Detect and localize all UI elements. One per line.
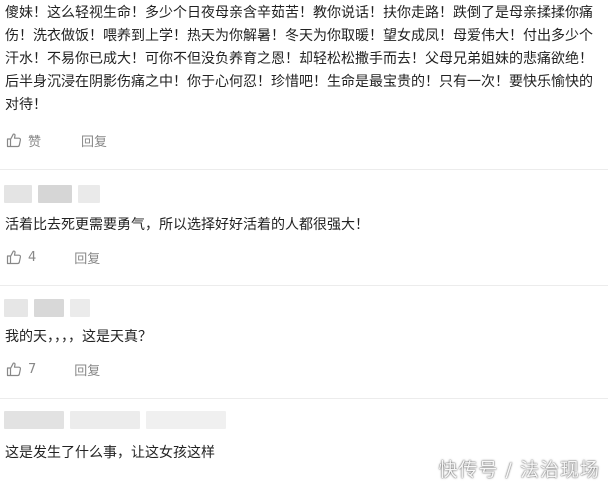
comment-item: 我的天，，，，这是天真？ 7 回复 [0, 286, 608, 399]
blurred-name [70, 411, 140, 429]
username-blurred [0, 183, 608, 205]
blurred-name [34, 299, 64, 317]
like-button[interactable]: 4 [6, 249, 36, 265]
blurred-avatar [4, 299, 28, 317]
reply-button[interactable]: 回复 [74, 248, 100, 267]
reply-button[interactable]: 回复 [81, 131, 107, 150]
blurred-name [70, 299, 90, 317]
blurred-avatar [4, 411, 64, 429]
blurred-avatar [4, 185, 32, 203]
like-button[interactable]: 7 [6, 361, 36, 377]
comment-actions: 赞 回复 [0, 130, 608, 150]
comment-text: 傻妹！这么轻视生命！多少个日夜母亲含辛茹苦！教你说话！扶你走路！跌倒了是母亲揉揉… [5, 5, 593, 113]
username-blurred [0, 409, 608, 431]
reply-button[interactable]: 回复 [74, 360, 100, 379]
like-count: 7 [28, 361, 37, 377]
thumbs-up-icon [6, 133, 22, 148]
username-blurred [0, 297, 608, 319]
comment-actions: 7 回复 [0, 359, 608, 379]
blurred-name [38, 185, 72, 203]
comment-text: 我的天，，，，这是天真？ [5, 329, 152, 345]
blurred-name [146, 411, 226, 429]
comment-item: 傻妹！这么轻视生命！多少个日夜母亲含辛茹苦！教你说话！扶你走路！跌倒了是母亲揉揉… [0, 0, 608, 170]
watermark: 快传号 / 法治现场 [438, 459, 600, 481]
comment-actions: 4 回复 [0, 247, 608, 267]
like-count: 4 [28, 249, 37, 265]
blurred-name [78, 185, 100, 203]
comment-text: 活着比去死更需要勇气，所以选择好好活着的人都很强大！ [5, 217, 369, 233]
thumbs-up-icon [6, 250, 22, 265]
like-button[interactable]: 赞 [6, 131, 41, 150]
comment-feed: 傻妹！这么轻视生命！多少个日夜母亲含辛茹苦！教你说话！扶你走路！跌倒了是母亲揉揉… [0, 0, 608, 465]
like-count: 赞 [28, 134, 42, 150]
thumbs-up-icon [6, 362, 22, 377]
comment-item: 活着比去死更需要勇气，所以选择好好活着的人都很强大！ 4 回复 [0, 170, 608, 286]
